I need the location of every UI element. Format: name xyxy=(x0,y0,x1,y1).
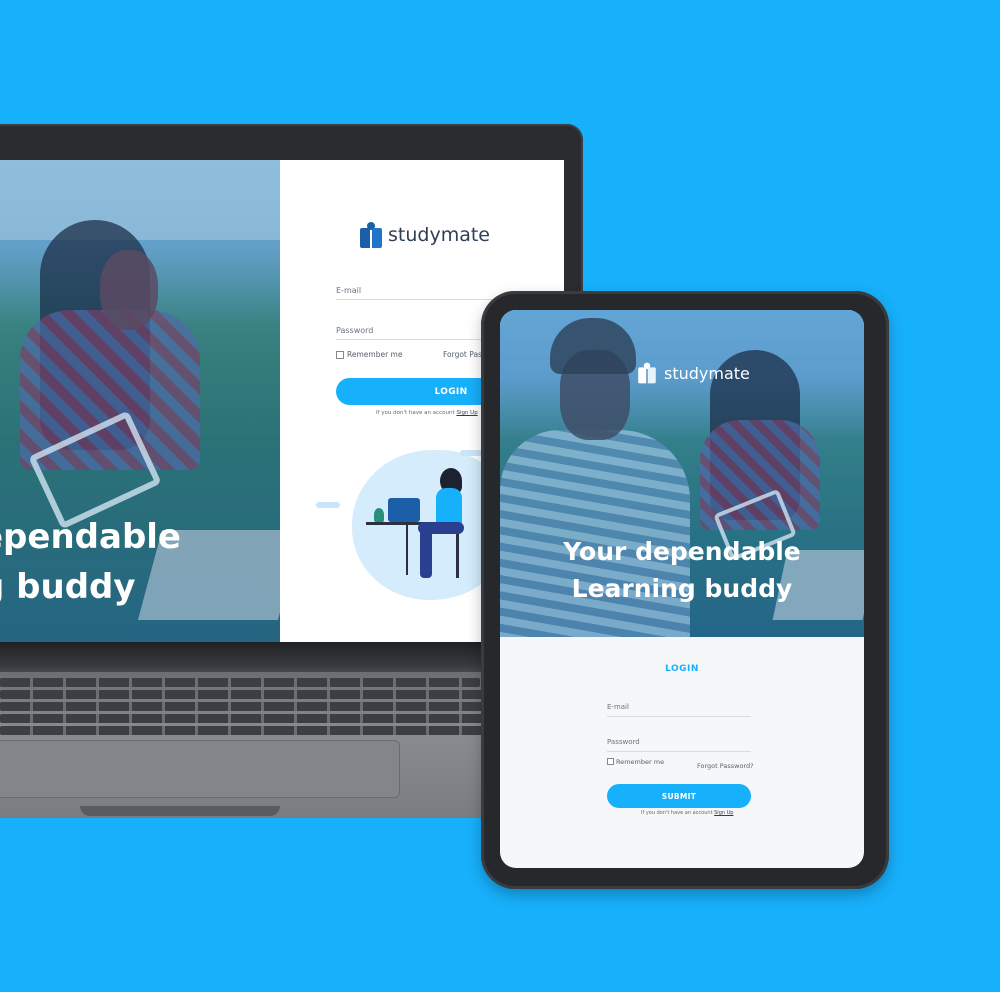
laptop-screen: ependable g buddy studymate E-mail Passw… xyxy=(0,160,564,642)
signup-prompt: If you don't have an account Sign Up xyxy=(376,410,478,416)
cloud-icon xyxy=(316,502,340,508)
submit-button[interactable]: SUBMIT xyxy=(607,784,751,808)
tablet-hero-image: studymate Your dependable Learning buddy xyxy=(500,310,864,637)
signup-prompt-text: If you don't have an account xyxy=(641,810,713,816)
person-shin-icon xyxy=(420,528,432,578)
person-body-icon xyxy=(436,488,462,526)
tablet-hero-headline: Your dependable Learning buddy xyxy=(500,533,864,607)
hero-wall xyxy=(0,160,280,240)
book-logo-icon xyxy=(638,362,656,384)
remember-checkbox[interactable] xyxy=(336,351,344,359)
logo-text: studymate xyxy=(664,363,750,383)
laptop-keyboard xyxy=(0,678,540,738)
hero-man-hair xyxy=(550,318,636,374)
laptop-trackpad xyxy=(0,740,400,798)
remember-checkbox[interactable] xyxy=(607,758,614,765)
tablet-screen: studymate Your dependable Learning buddy… xyxy=(500,310,864,868)
hero-person-face xyxy=(100,250,158,330)
email-input[interactable] xyxy=(607,716,751,717)
tablet-hero-line1: Your dependable xyxy=(563,537,801,566)
email-label: E-mail xyxy=(607,703,629,711)
tablet-logo: studymate xyxy=(636,360,750,386)
signup-prompt-text: If you don't have an account xyxy=(376,410,455,416)
laptop-hero-headline: ependable g buddy xyxy=(0,512,181,612)
remember-label: Remember me xyxy=(616,758,665,766)
laptop-hero-image: ependable g buddy xyxy=(0,160,280,642)
password-label: Password xyxy=(336,326,374,335)
book-logo-icon xyxy=(360,222,382,248)
forgot-password-link[interactable]: Forgot Password? xyxy=(697,762,754,770)
email-label: E-mail xyxy=(336,286,362,295)
logo-text: studymate xyxy=(388,224,490,246)
tablet-hero-line2: Learning buddy xyxy=(571,574,793,603)
signup-link[interactable]: Sign Up xyxy=(714,810,733,816)
remember-label: Remember me xyxy=(347,350,403,359)
laptop-logo: studymate xyxy=(360,222,490,248)
laptop-icon xyxy=(388,498,420,522)
plant-icon xyxy=(374,508,384,522)
tablet-login-title: LOGIN xyxy=(665,664,699,674)
laptop-hero-line2: g buddy xyxy=(0,567,136,607)
signup-prompt: If you don't have an account Sign Up xyxy=(641,810,733,816)
password-label: Password xyxy=(607,738,640,746)
laptop-front-edge xyxy=(80,806,280,816)
desk-leg xyxy=(406,525,408,575)
email-input[interactable] xyxy=(336,299,506,300)
signup-link[interactable]: Sign Up xyxy=(456,410,477,416)
password-input[interactable] xyxy=(607,751,751,752)
forgot-password-link[interactable]: Forgot Pass xyxy=(443,350,486,359)
laptop-hero-line1: ependable xyxy=(0,517,181,557)
